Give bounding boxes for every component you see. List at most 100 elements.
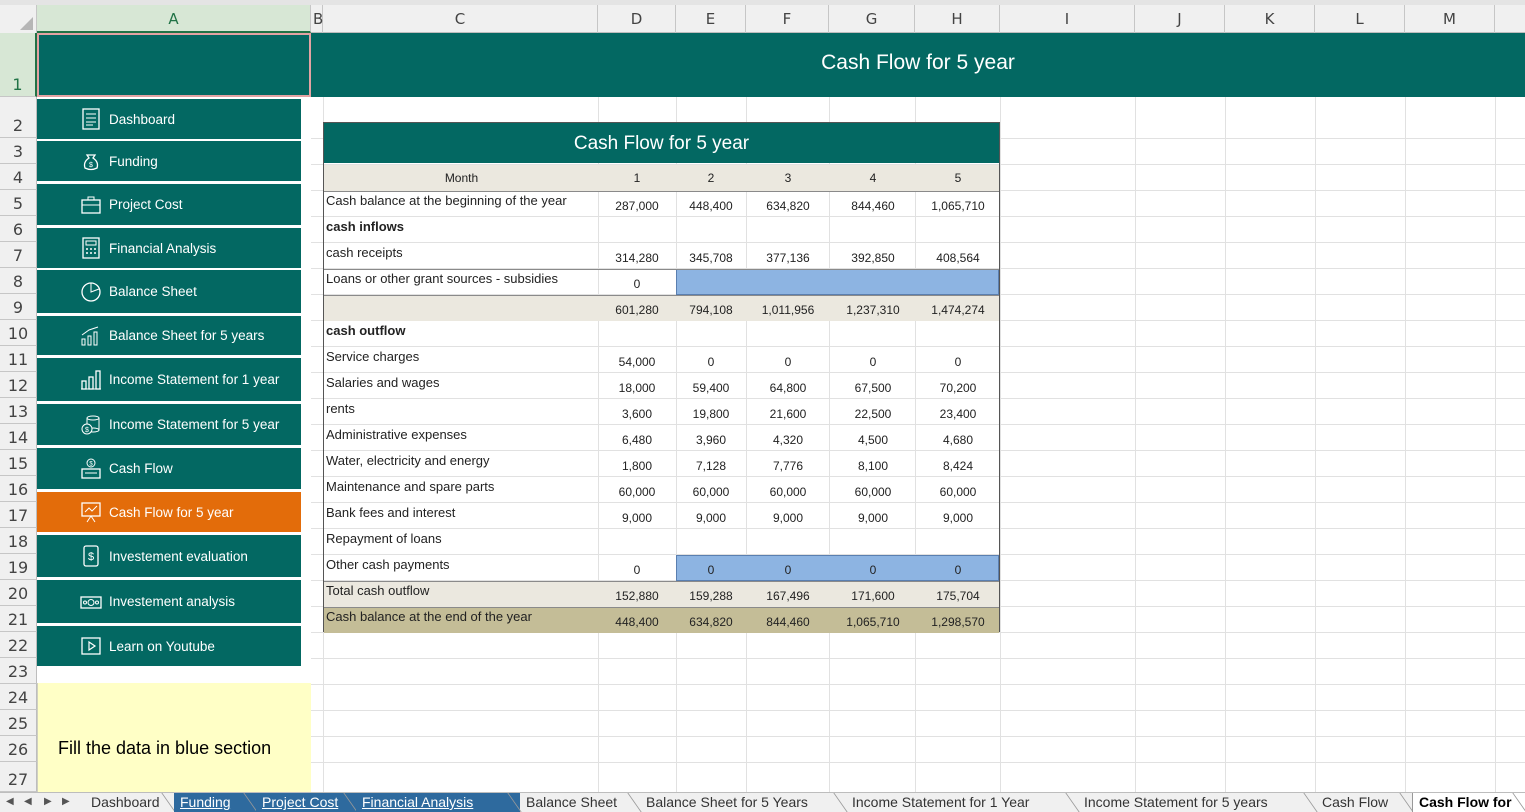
- column-header-m[interactable]: M: [1405, 5, 1495, 33]
- row-value: 9,000: [621, 511, 653, 525]
- sheet-tab-cash-flow[interactable]: Cash Flow: [1316, 793, 1412, 812]
- sheet-tab-financial-analysis[interactable]: Financial Analysis: [356, 793, 520, 812]
- row-value: 794,108: [689, 303, 733, 317]
- sheet-tab-funding[interactable]: Funding: [174, 793, 256, 812]
- table-row: Cash balance at the end of the year 448,4…: [324, 607, 999, 633]
- sidebar-item-dashboard[interactable]: Dashboard: [37, 99, 301, 141]
- row-header-20[interactable]: 20: [0, 580, 37, 606]
- row-value: 67,500: [854, 381, 892, 395]
- input-cell-blue[interactable]: [676, 269, 999, 295]
- row-header-21[interactable]: 21: [0, 606, 37, 632]
- row-value: 9,000: [772, 511, 804, 525]
- sidebar-item-balance-sheet[interactable]: Balance Sheet: [37, 270, 301, 315]
- table-row: Other cash payments 0 0 0 0 0: [324, 555, 999, 581]
- sidebar-item-project-cost[interactable]: Project Cost: [37, 184, 301, 227]
- column-header-g[interactable]: G: [829, 5, 915, 33]
- row-header-11[interactable]: 11: [0, 346, 37, 372]
- row-header-3[interactable]: 3: [0, 138, 37, 164]
- column-header-j[interactable]: J: [1135, 5, 1225, 33]
- column-header-i[interactable]: I: [1000, 5, 1135, 33]
- row-header-6[interactable]: 6: [0, 216, 37, 242]
- select-all-button[interactable]: [0, 5, 37, 33]
- row-header-10[interactable]: 10: [0, 320, 37, 346]
- column-header-k[interactable]: K: [1225, 5, 1315, 33]
- next-sheet-icon[interactable]: ▶: [44, 796, 52, 807]
- row-header-12[interactable]: 12: [0, 372, 37, 398]
- column-header-e[interactable]: E: [676, 5, 746, 33]
- sidebar-item-label: Learn on Youtube: [109, 638, 215, 654]
- row-header-23[interactable]: 23: [0, 658, 37, 684]
- divider: [324, 295, 999, 296]
- row-header-15[interactable]: 15: [0, 450, 37, 476]
- table-row: rents 3,600 19,800 21,600 22,500 23,400: [324, 399, 999, 425]
- column-header-f[interactable]: F: [746, 5, 829, 33]
- sidebar-item-investement-evaluation[interactable]: $ Investement evaluation: [37, 535, 301, 579]
- row-header-18[interactable]: 18: [0, 528, 37, 554]
- row-header-14[interactable]: 14: [0, 424, 37, 450]
- column-header-a[interactable]: A: [37, 5, 311, 33]
- sidebar-item-cash-flow-for-5-year[interactable]: Cash Flow for 5 year: [37, 492, 301, 534]
- sidebar-item-funding[interactable]: $ Funding: [37, 141, 301, 183]
- row-header-27[interactable]: 27: [0, 762, 37, 792]
- row-header-19[interactable]: 19: [0, 554, 37, 580]
- row-header-26[interactable]: 26: [0, 736, 37, 762]
- row-header-17[interactable]: 17: [0, 502, 37, 528]
- row-header-1[interactable]: 1: [0, 33, 37, 97]
- row-value: 4,500: [857, 433, 889, 447]
- sidebar-item-label: Cash Flow: [109, 461, 173, 476]
- sheet-tab-cash-flow-for[interactable]: Cash Flow for: [1412, 793, 1525, 812]
- sheet-tab-project-cost[interactable]: Project Cost: [256, 793, 356, 812]
- row-label: Service charges: [326, 349, 420, 364]
- row-value: 59,400: [692, 381, 730, 395]
- sidebar-item-label: Investement analysis: [109, 594, 236, 609]
- row-value: 1,065,710: [931, 199, 985, 213]
- table-title: Cash Flow for 5 year: [324, 123, 999, 163]
- sidebar-item-investement-analysis[interactable]: Investement analysis: [37, 580, 301, 625]
- row-header-2[interactable]: 2: [0, 97, 37, 138]
- column-header-l[interactable]: L: [1315, 5, 1405, 33]
- row-value: 287,000: [615, 199, 659, 213]
- row-value: 448,400: [615, 615, 659, 629]
- row-value: 0: [707, 355, 715, 369]
- sheet-tab-dashboard[interactable]: Dashboard: [85, 793, 174, 812]
- sidebar-item-income-statement-for-5-year[interactable]: $ Income Statement for 5 year: [37, 404, 301, 447]
- row-header-4[interactable]: 4: [0, 164, 37, 190]
- row-value: 152,880: [615, 589, 659, 603]
- row-header-7[interactable]: 7: [0, 242, 37, 268]
- sheet-tab-income-statement-for-5-years[interactable]: Income Statement for 5 years: [1078, 793, 1316, 812]
- first-sheet-icon[interactable]: ◀: [6, 796, 14, 807]
- row-header-9[interactable]: 9: [0, 294, 37, 320]
- row-header-22[interactable]: 22: [0, 632, 37, 658]
- sheet-tab-income-statement-for-1-year[interactable]: Income Statement for 1 Year: [846, 793, 1078, 812]
- table-row: Cash balance at the beginning of the yea…: [324, 191, 999, 217]
- row-value: 634,820: [766, 199, 810, 213]
- row-value: 1,474,274: [931, 303, 985, 317]
- sidebar-item-balance-sheet-for-5-years[interactable]: Balance Sheet for 5 years: [37, 316, 301, 357]
- sidebar-item-income-statement-for-1-year[interactable]: Income Statement for 1 year: [37, 358, 301, 403]
- row-header-24[interactable]: 24: [0, 684, 37, 710]
- sidebar-item-financial-analysis[interactable]: Financial Analysis: [37, 228, 301, 270]
- sheet-tab-label: Financial Analysis: [362, 794, 474, 810]
- row-header-16[interactable]: 16: [0, 476, 37, 502]
- sidebar-item-learn-on-youtube[interactable]: Learn on Youtube: [37, 626, 301, 668]
- row-value: 6,480: [621, 433, 653, 447]
- sidebar-item-cash-flow[interactable]: $ Cash Flow: [37, 448, 301, 491]
- sheet-tab-balance-sheet[interactable]: Balance Sheet: [520, 793, 640, 812]
- selected-cell-a1[interactable]: [37, 33, 311, 97]
- instruction-text: Fill the data in blue section: [58, 738, 272, 758]
- prev-sheet-icon[interactable]: ◀: [24, 796, 32, 807]
- row-header-8[interactable]: 8: [0, 268, 37, 294]
- dollar-phone-icon: $: [77, 543, 105, 569]
- row-header-25[interactable]: 25: [0, 710, 37, 736]
- sheet-tab-balance-sheet-for-5-years[interactable]: Balance Sheet for 5 Years: [640, 793, 846, 812]
- column-header-c[interactable]: C: [323, 5, 598, 33]
- column-header-b[interactable]: B: [311, 5, 323, 33]
- row-value: 0: [954, 563, 962, 577]
- column-header-d[interactable]: D: [598, 5, 676, 33]
- last-sheet-icon[interactable]: ▶: [62, 796, 70, 807]
- row-label: Total cash outflow: [326, 583, 430, 598]
- row-header-5[interactable]: 5: [0, 190, 37, 216]
- column-header-h[interactable]: H: [915, 5, 1000, 33]
- banknote-icon: [77, 589, 105, 615]
- row-header-13[interactable]: 13: [0, 398, 37, 424]
